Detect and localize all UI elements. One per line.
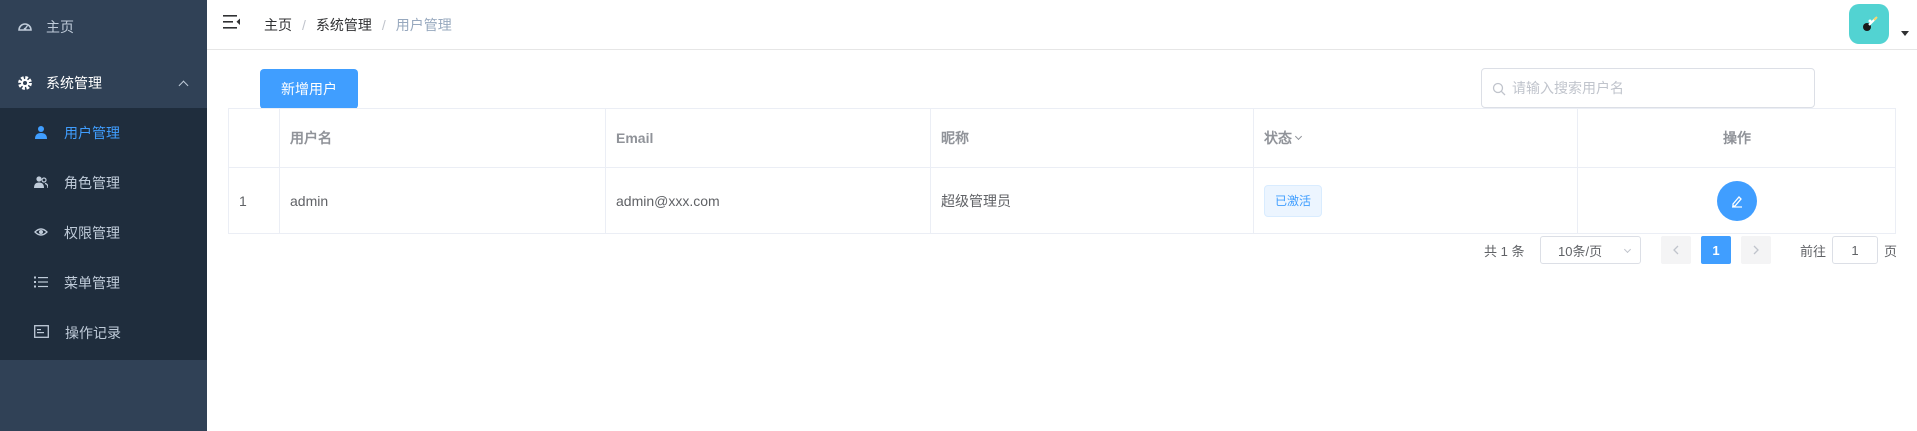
cell-index: 1	[229, 168, 280, 233]
sidebar-item-label: 系统管理	[46, 75, 102, 91]
sidebar-item-label: 操作记录	[65, 325, 121, 341]
sidebar-item-label: 权限管理	[64, 225, 120, 241]
goto-prefix: 前往	[1800, 243, 1827, 259]
filter-caret-icon[interactable]	[1294, 132, 1303, 141]
edit-icon	[1732, 195, 1742, 208]
breadcrumb-current: 用户管理	[395, 17, 452, 33]
gear-icon	[16, 74, 34, 92]
user-table: 用户名 Email 昵称 状态 操作 1 admin admin@xxx.com…	[228, 108, 1896, 234]
cell-email: admin@xxx.com	[606, 168, 931, 233]
table-header: 用户名 Email 昵称 状态 操作	[229, 109, 1895, 168]
status-badge: 已激活	[1264, 184, 1323, 217]
cell-nickname: 超级管理员	[931, 168, 1254, 233]
page-size-select[interactable]: 10条/页	[1540, 236, 1641, 264]
column-header-status[interactable]: 状态	[1254, 109, 1578, 167]
column-header-index	[229, 109, 280, 167]
sidebar-item-roles[interactable]: 角色管理	[0, 158, 207, 208]
list-icon	[34, 275, 48, 292]
sidebar-item-label: 角色管理	[64, 175, 120, 191]
menu-toggle-icon[interactable]	[223, 14, 243, 34]
sidebar-item-permissions[interactable]: 权限管理	[0, 208, 207, 258]
search-input[interactable]	[1512, 80, 1802, 96]
top-navbar: 主页 / 系统管理 / 用户管理	[207, 0, 1917, 50]
sidebar-item-label: 菜单管理	[64, 275, 120, 291]
breadcrumb-home[interactable]: 主页	[264, 15, 292, 35]
breadcrumb-separator: /	[381, 17, 386, 33]
sidebar-item-menus[interactable]: 菜单管理	[0, 258, 207, 308]
page-number-button[interactable]: 1	[1701, 236, 1731, 264]
column-header-username: 用户名	[280, 109, 606, 167]
page-size-value: 10条/页	[1558, 243, 1603, 259]
sidebar-item-label: 用户管理	[64, 125, 120, 141]
edit-button[interactable]	[1717, 180, 1757, 221]
chevron-down-icon	[1623, 245, 1632, 254]
search-icon	[1492, 82, 1506, 96]
next-page-button[interactable]	[1741, 236, 1771, 264]
column-header-nickname: 昵称	[931, 109, 1254, 167]
sidebar-item-home[interactable]: 主页	[0, 2, 207, 52]
cell-status: 已激活	[1254, 168, 1578, 233]
pagination-total: 共 1 条	[1484, 243, 1525, 259]
breadcrumb-system[interactable]: 系统管理	[316, 15, 372, 35]
prev-page-button[interactable]	[1661, 236, 1691, 264]
goto-suffix: 页	[1884, 243, 1898, 259]
goto-page-input[interactable]	[1832, 236, 1879, 264]
chevron-right-icon	[1753, 245, 1759, 255]
table-row: 1 admin admin@xxx.com 超级管理员 已激活	[229, 168, 1895, 233]
users-icon	[34, 175, 49, 192]
breadcrumb-separator: /	[302, 17, 306, 33]
search-box	[1481, 68, 1815, 108]
breadcrumb: 主页 / 系统管理 / 用户管理	[264, 15, 452, 35]
user-icon	[34, 125, 48, 142]
dashboard-icon	[16, 18, 34, 36]
eye-icon	[34, 225, 48, 242]
avatar-figure-icon	[1863, 16, 1878, 31]
column-header-status-label: 状态	[1264, 130, 1292, 146]
avatar[interactable]	[1849, 4, 1889, 44]
caret-down-icon[interactable]	[1901, 31, 1909, 36]
cell-actions	[1578, 168, 1896, 233]
sidebar-item-users[interactable]: 用户管理	[0, 108, 207, 158]
submenu: 用户管理 角色管理 权限管理 菜单管理 操作记录	[0, 108, 207, 360]
column-header-actions: 操作	[1723, 130, 1751, 146]
sidebar-item-system[interactable]: 系统管理	[0, 58, 207, 108]
record-icon	[34, 325, 49, 341]
column-header-email: Email	[606, 109, 931, 167]
chevron-up-icon	[178, 80, 189, 91]
app-root: 主页 系统管理 用户管理 角色管理 权限管理 菜单管理 操作记录 主页 / 系统…	[0, 0, 1917, 431]
chevron-left-icon	[1673, 245, 1679, 255]
sidebar: 主页 系统管理 用户管理 角色管理 权限管理 菜单管理 操作记录	[0, 0, 207, 431]
page-jumper: 前往 页	[1800, 236, 1897, 264]
sidebar-item-logs[interactable]: 操作记录	[0, 308, 207, 358]
cell-username: admin	[280, 168, 606, 233]
sidebar-item-label: 主页	[46, 19, 74, 35]
add-user-button[interactable]: 新增用户	[260, 69, 358, 109]
